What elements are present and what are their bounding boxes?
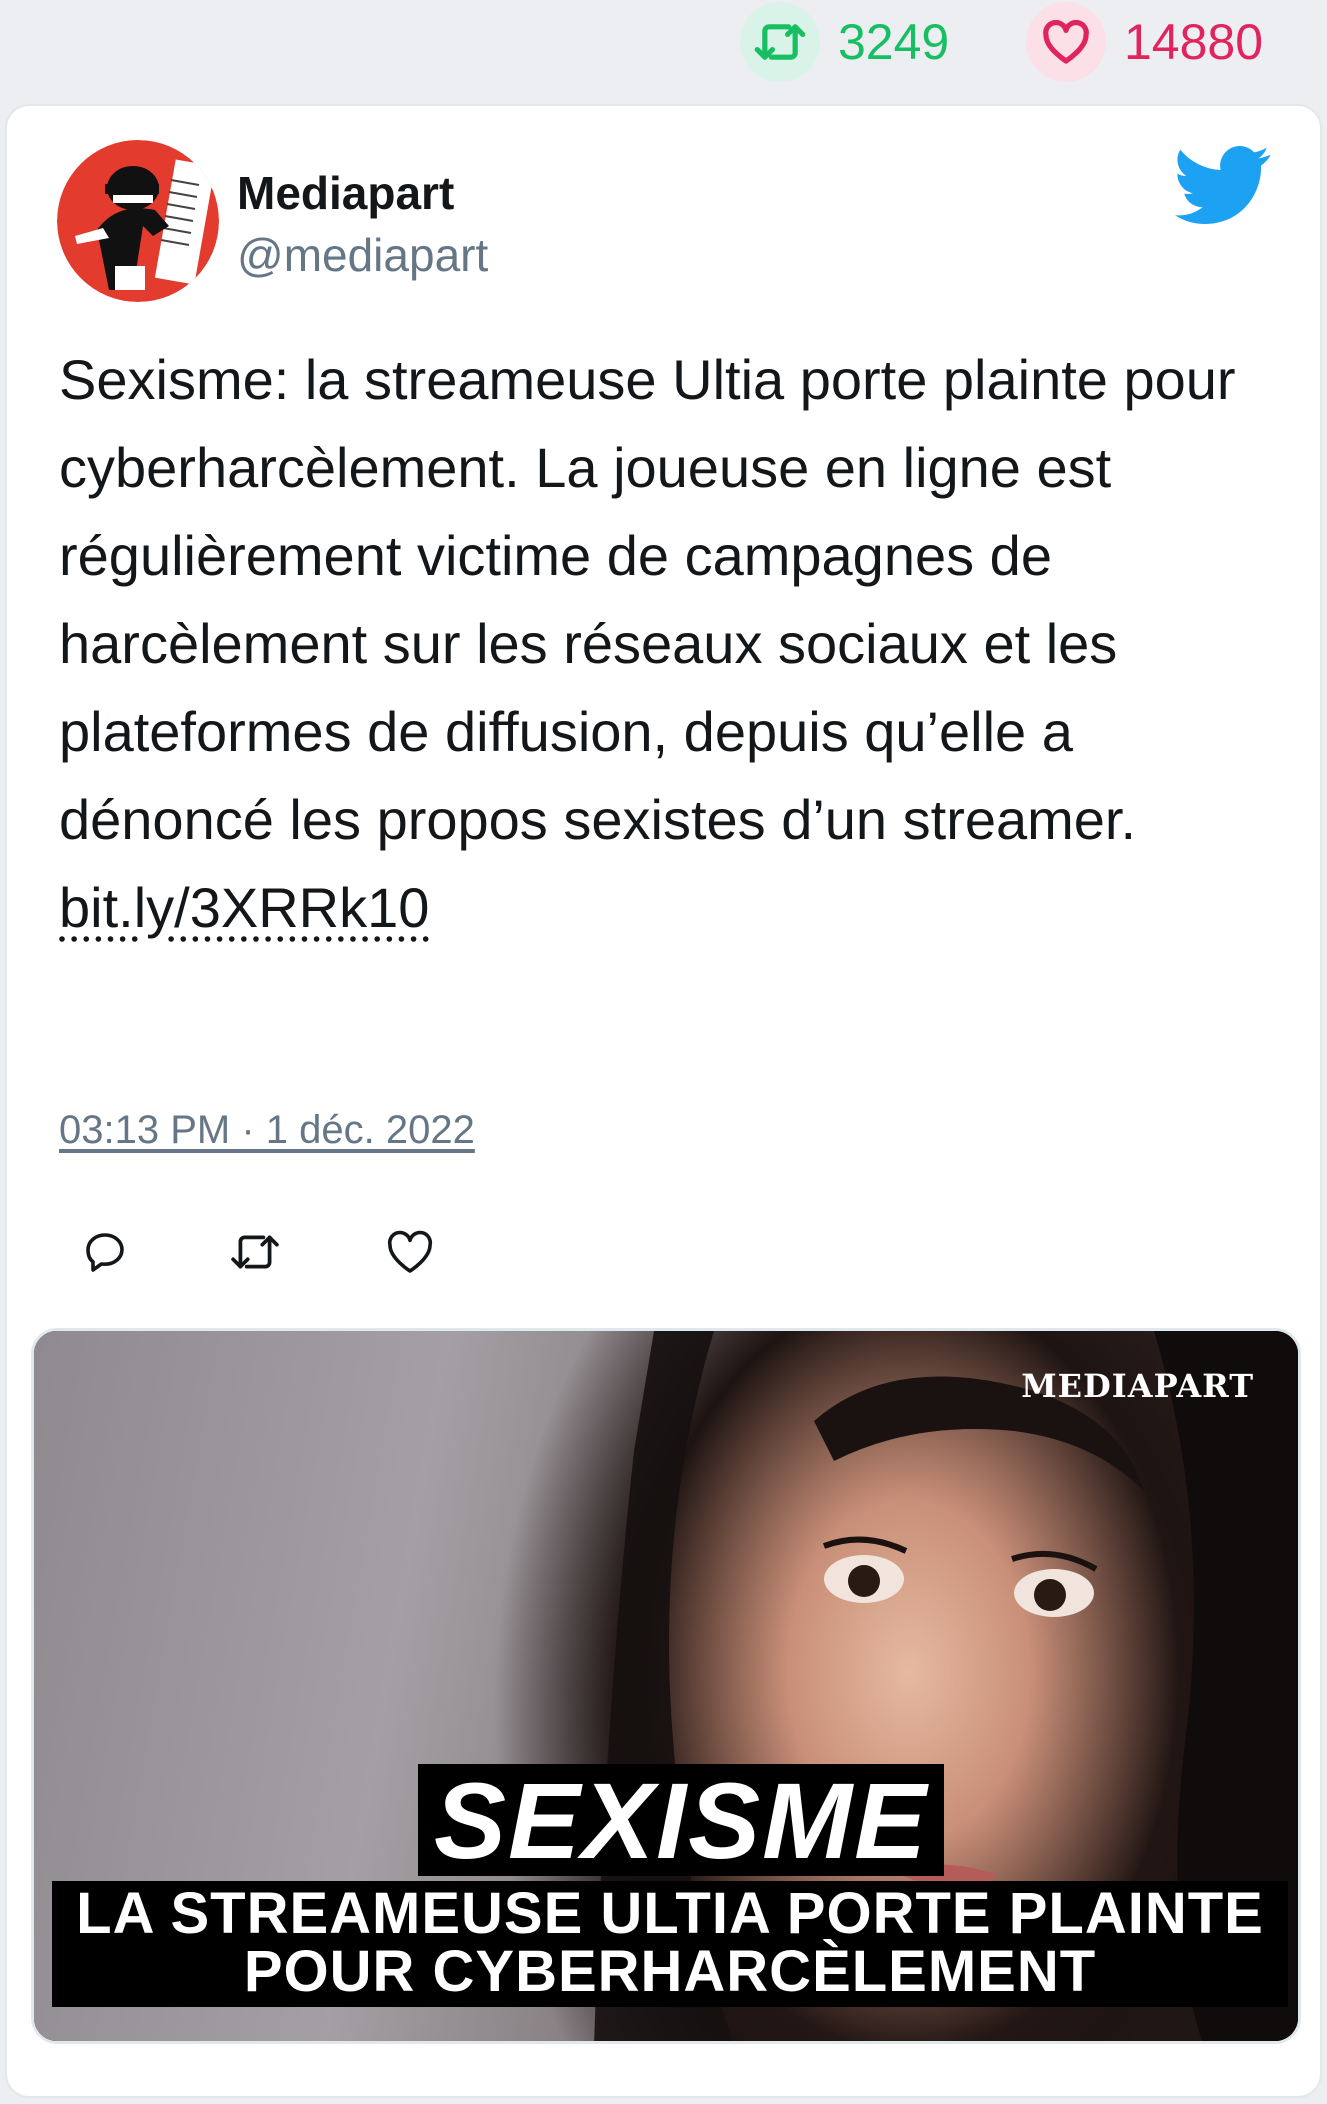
like-icon bbox=[386, 1230, 434, 1279]
tweet-stats-bar: 3249 14880 bbox=[0, 0, 1327, 100]
retweet-action-icon bbox=[230, 1230, 280, 1279]
like-count: 14880 bbox=[1124, 14, 1264, 70]
twitter-bird-icon[interactable] bbox=[1175, 145, 1271, 226]
reply-icon bbox=[81, 1228, 129, 1281]
tweet-link[interactable]: bit.ly/3XRRk10 bbox=[59, 876, 429, 939]
retweet-count: 3249 bbox=[838, 14, 950, 70]
tweet-media-thumbnail[interactable]: MEDIAPART SEXISME LA STREAMEUSE ULTIA PO… bbox=[31, 1328, 1301, 2044]
retweet-icon bbox=[740, 2, 820, 82]
like-stat[interactable]: 14880 bbox=[1026, 2, 1263, 82]
tweet-card: Mediapart @mediapart Sexisme: la streame… bbox=[5, 104, 1322, 2098]
media-headline-box: SEXISME bbox=[418, 1760, 945, 1881]
retweet-button[interactable] bbox=[227, 1226, 283, 1282]
media-headline: SEXISME bbox=[434, 1759, 929, 1881]
author-name[interactable]: Mediapart bbox=[237, 166, 454, 220]
avatar[interactable] bbox=[57, 140, 219, 302]
tweet-body: Sexisme: la streameuse Ultia porte plain… bbox=[59, 348, 1236, 851]
media-logo: MEDIAPART bbox=[1021, 1367, 1254, 1405]
tweet-timestamp[interactable]: 03:13 PM · 1 déc. 2022 bbox=[59, 1108, 475, 1153]
media-subline-box: LA STREAMEUSE ULTIA PORTE PLAINTE POUR C… bbox=[52, 1881, 1288, 2007]
reply-button[interactable] bbox=[77, 1226, 133, 1282]
media-subline-2: POUR CYBERHARCÈLEMENT bbox=[243, 1939, 1097, 2004]
media-subline-1: LA STREAMEUSE ULTIA PORTE PLAINTE bbox=[76, 1881, 1264, 1946]
heart-icon bbox=[1026, 2, 1106, 82]
author-handle[interactable]: @mediapart bbox=[237, 228, 488, 282]
tweet-text: Sexisme: la streameuse Ultia porte plain… bbox=[59, 336, 1289, 952]
like-button[interactable] bbox=[382, 1226, 438, 1282]
retweet-stat[interactable]: 3249 bbox=[740, 2, 949, 82]
